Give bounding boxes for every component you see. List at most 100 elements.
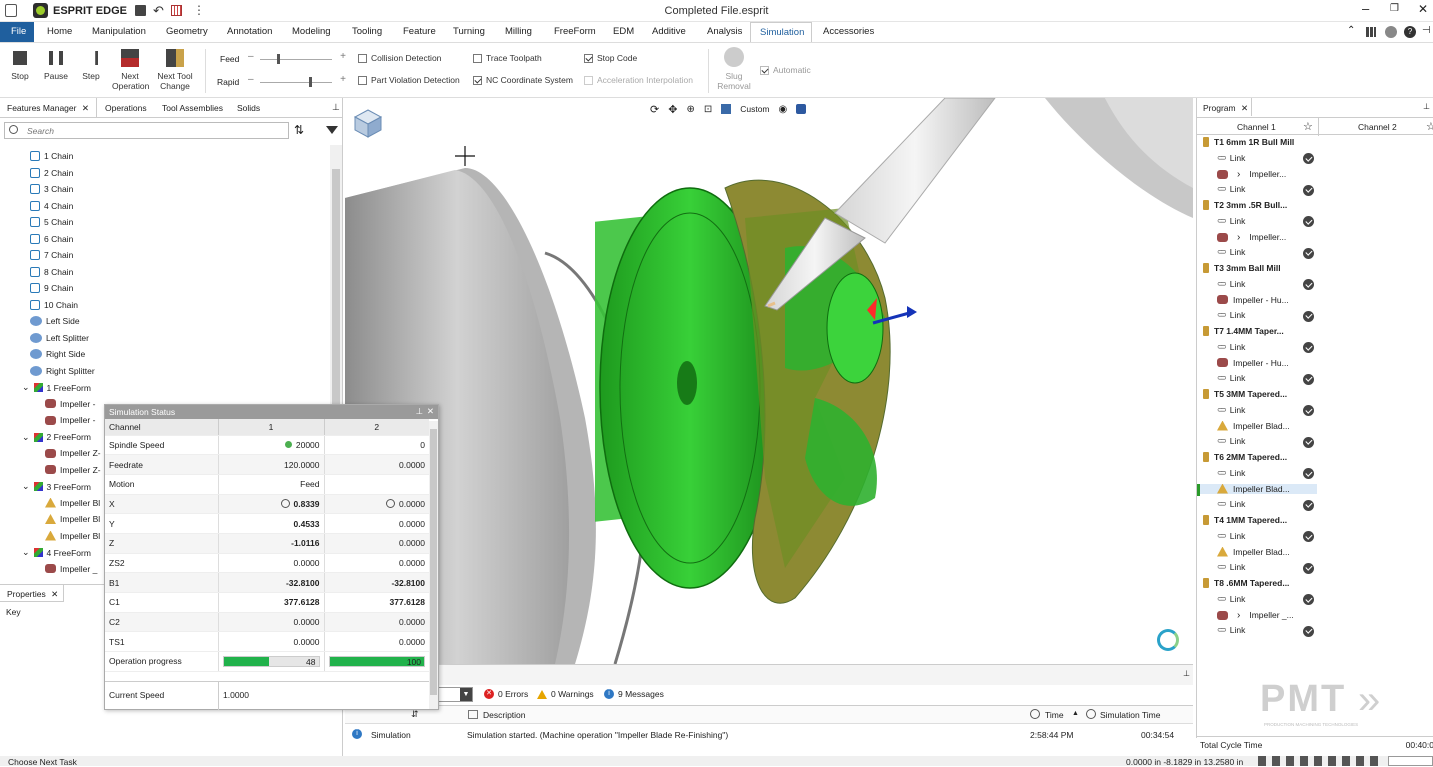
pin-icon[interactable]: ⊣ (1422, 25, 1431, 36)
tree-item[interactable]: Impeller Z- (45, 448, 101, 458)
program-item[interactable]: T2 3mm .5R Bull... (1203, 200, 1287, 210)
message-row[interactable]: i Simulation Simulation started. (Machin… (345, 726, 1193, 746)
close-icon[interactable]: ✕ (427, 406, 434, 417)
tree-item[interactable]: Impeller Bl (45, 530, 100, 541)
program-item[interactable]: ⊂⊃ Link (1217, 216, 1245, 226)
col-time[interactable]: Time (1045, 710, 1064, 720)
tree-item[interactable]: 2 Chain (30, 167, 73, 178)
tree-item[interactable]: 7 Chain (30, 250, 73, 260)
close-button[interactable]: ✕ (1418, 2, 1428, 16)
restore-button[interactable]: ❐ (1390, 3, 1399, 14)
tree-item[interactable]: 4 Chain (30, 200, 73, 211)
simulation-status-header[interactable]: Simulation Status ⊥ ✕ (105, 405, 438, 419)
program-item[interactable]: Impeller - Hu... (1217, 295, 1289, 305)
chevron-up-icon[interactable]: ⌃ (1347, 25, 1355, 36)
col-simulation-time[interactable]: Simulation Time (1100, 710, 1160, 720)
tab-tool-assemblies[interactable]: Tool Assemblies (162, 103, 223, 113)
tree-item[interactable]: 9 Chain (30, 283, 73, 293)
stop-code-checkbox[interactable]: Stop Code (584, 53, 637, 63)
expand-chevron-icon[interactable]: ⌄ (22, 382, 30, 393)
tab-solids[interactable]: Solids (237, 103, 260, 113)
expand-chevron-icon[interactable]: ⌄ (22, 432, 30, 443)
tree-item[interactable]: Impeller Z- (45, 465, 101, 475)
program-item[interactable]: ⊂⊃ Link (1217, 468, 1245, 478)
filter-icon[interactable] (326, 126, 338, 134)
pin-icon[interactable]: ⊥ (1423, 102, 1430, 111)
program-item[interactable]: ⊂⊃ Link (1217, 279, 1245, 289)
tree-item[interactable]: ⌄ 3 FreeForm (22, 481, 91, 492)
pin-icon[interactable]: ⊥ (1183, 669, 1190, 678)
errors-filter[interactable]: ✕ 0 Errors (484, 689, 528, 699)
feed-slider-thumb[interactable] (277, 54, 280, 64)
pin-icon[interactable]: ⊥ (416, 406, 423, 417)
expand-chevron-icon[interactable]: ⌄ (22, 481, 30, 492)
rapid-slider-thumb[interactable] (309, 77, 312, 87)
menu-file[interactable]: File (0, 22, 34, 42)
current-speed-value[interactable]: 1.0000 (223, 690, 249, 700)
program-item[interactable]: › Impeller... (1217, 169, 1286, 180)
sort-asc-icon[interactable]: ▲ (1072, 710, 1079, 717)
close-icon[interactable]: ✕ (82, 103, 89, 113)
tree-item[interactable]: 8 Chain (30, 266, 73, 277)
program-item[interactable]: ⊂⊃ Link (1217, 562, 1245, 572)
next-tool-change-button[interactable]: Next Tool Change (154, 49, 196, 91)
next-operation-button[interactable]: Next Operation (112, 49, 149, 91)
program-item[interactable]: ⊂⊃ Link (1217, 373, 1245, 383)
apps-icon[interactable] (1366, 27, 1376, 37)
menu-edm[interactable]: EDM (613, 26, 634, 37)
menu-simulation[interactable]: Simulation (750, 22, 812, 43)
program-item[interactable]: ⊂⊃ Link (1217, 310, 1245, 320)
part-violation-checkbox[interactable]: Part Violation Detection (358, 75, 460, 85)
tree-item[interactable]: Left Side (30, 316, 80, 326)
simulation-viewport[interactable]: ⟳ ✥ ⊕ ⊡ Custom ◉ (345, 98, 1193, 664)
tree-item[interactable]: ⌄ 4 FreeForm (22, 547, 91, 558)
menu-milling[interactable]: Milling (505, 26, 532, 37)
program-item[interactable]: › Impeller _... (1217, 610, 1294, 621)
nc-coordinate-checkbox[interactable]: NC Coordinate System (473, 75, 573, 85)
menu-analysis[interactable]: Analysis (707, 26, 742, 37)
program-item[interactable]: ⊂⊃ Link (1217, 184, 1245, 194)
help-icon[interactable]: ? (1404, 26, 1416, 38)
feed-slider[interactable]: – + (248, 51, 346, 65)
program-item[interactable]: T5 3MM Tapered... (1203, 389, 1287, 399)
tree-item[interactable]: 5 Chain (30, 217, 73, 227)
slug-removal-button[interactable]: Slug Removal (714, 47, 754, 91)
tree-item[interactable]: Impeller Bl (45, 514, 100, 524)
chevron-right-icon[interactable]: › (1237, 232, 1240, 243)
program-item[interactable]: Impeller Blad... (1197, 483, 1317, 496)
tab-properties[interactable]: Properties ✕ (0, 585, 64, 602)
col-description[interactable]: Description (483, 710, 526, 720)
pin-icon[interactable]: ⊥ (332, 102, 340, 113)
program-item[interactable]: Impeller Blad... (1217, 546, 1290, 557)
collision-detection-checkbox[interactable]: Collision Detection (358, 53, 441, 63)
program-item[interactable]: T1 6mm 1R Bull Mill (1203, 137, 1294, 147)
menu-feature[interactable]: Feature (403, 26, 436, 37)
message-source-dropdown[interactable]: ▼ (438, 687, 473, 702)
program-item[interactable]: ⊂⊃ Link (1217, 625, 1245, 635)
tree-item[interactable]: 1 Chain (30, 151, 73, 161)
star-icon[interactable]: ☆ (1303, 120, 1313, 133)
sim-scrollbar-thumb[interactable] (430, 429, 437, 695)
program-item[interactable]: ⊂⊃ Link (1217, 531, 1245, 541)
status-zoom-input[interactable] (1388, 756, 1433, 766)
tree-item[interactable]: 6 Chain (30, 233, 73, 244)
program-item[interactable]: T6 2MM Tapered... (1203, 452, 1287, 462)
tree-item[interactable]: Left Splitter (30, 332, 89, 343)
program-item[interactable]: › Impeller... (1217, 232, 1286, 243)
messages-filter[interactable]: i 9 Messages (604, 689, 664, 699)
chevron-right-icon[interactable]: › (1237, 169, 1240, 180)
tree-item[interactable]: Impeller Bl (45, 497, 100, 508)
sim-scrollbar[interactable] (429, 421, 438, 709)
chevron-right-icon[interactable]: › (1237, 610, 1240, 621)
program-item[interactable]: ⊂⊃ Link (1217, 153, 1245, 163)
program-item[interactable]: ⊂⊃ Link (1217, 499, 1245, 509)
sort-icon[interactable]: ⇵ (411, 709, 419, 720)
program-item[interactable]: T7 1.4MM Taper... (1203, 326, 1284, 336)
sort-icon[interactable]: ⇅ (294, 123, 304, 137)
search-input[interactable] (27, 125, 277, 137)
program-item[interactable]: ⊂⊃ Link (1217, 405, 1245, 415)
trace-toolpath-checkbox[interactable]: Trace Toolpath (473, 53, 542, 63)
channel-2-header[interactable]: Channel 2 (1358, 122, 1397, 132)
tree-item[interactable]: ⌄ 1 FreeForm (22, 382, 91, 393)
tree-item[interactable]: ⌄ 2 FreeForm (22, 432, 91, 443)
